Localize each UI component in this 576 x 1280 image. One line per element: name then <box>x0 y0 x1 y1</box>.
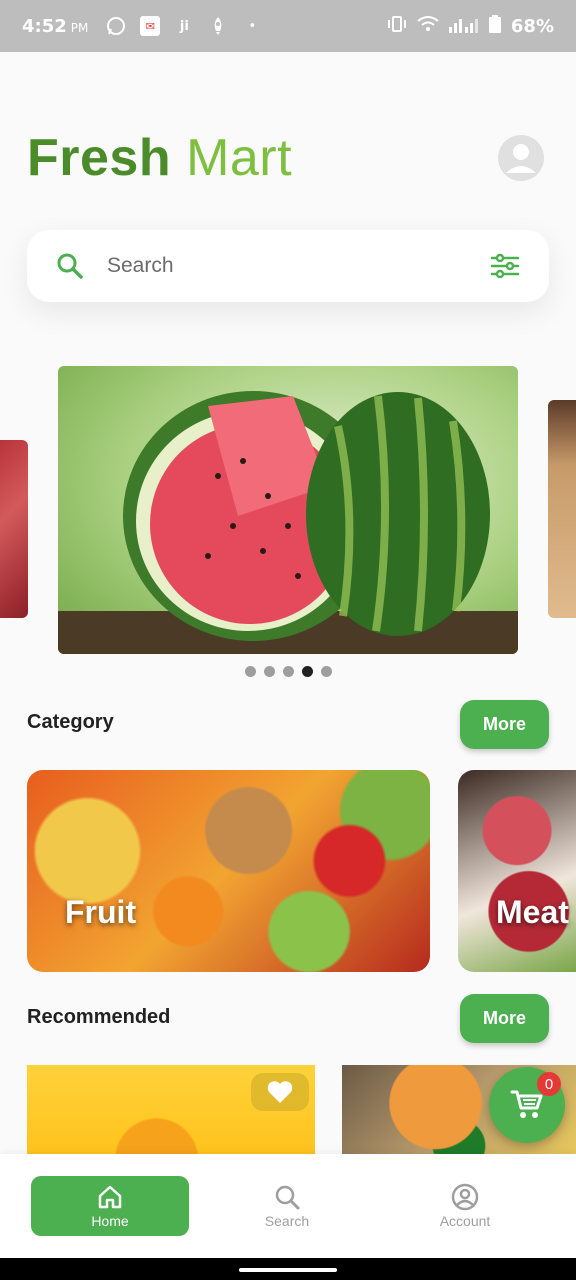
bottom-navigation: Home Search Account <box>0 1154 576 1258</box>
category-card-meat[interactable]: Meat <box>458 770 576 972</box>
wifi-icon <box>417 15 439 37</box>
heart-icon <box>267 1081 293 1103</box>
category-title: Category <box>27 711 114 733</box>
nav-label: Search <box>264 1213 310 1229</box>
user-avatar-icon <box>498 135 544 181</box>
avatar[interactable] <box>498 135 544 181</box>
app-screen: 4:52 PM ✉ ji • 68% Fresh Mart Search Cat… <box>0 0 576 1280</box>
nav-label: Account <box>439 1213 491 1229</box>
cart-count-badge: 0 <box>537 1072 561 1096</box>
carousel-prev-slide-meat[interactable] <box>0 440 28 618</box>
account-icon <box>451 1183 479 1211</box>
jiji-icon: ji <box>179 18 189 34</box>
nav-label: Home <box>91 1213 129 1229</box>
status-system-icons: 68% <box>387 15 554 37</box>
nav-search[interactable]: Search <box>208 1176 366 1236</box>
cart-icon <box>510 1090 543 1118</box>
nav-account[interactable]: Account <box>386 1176 544 1236</box>
battery-percentage: 68% <box>510 15 554 37</box>
home-icon <box>98 1185 122 1209</box>
dot-icon: • <box>248 18 257 34</box>
app-title-mart: Mart <box>186 129 293 187</box>
vibrate-icon <box>387 15 407 37</box>
app-title-fresh: Fresh <box>27 129 172 187</box>
nav-home[interactable]: Home <box>31 1176 189 1236</box>
carousel-dot[interactable] <box>244 666 256 677</box>
rocket-icon <box>208 16 228 36</box>
category-card-fruit[interactable]: Fruit <box>27 770 430 972</box>
search-input[interactable] <box>107 254 489 278</box>
recommended-more-button[interactable]: More <box>460 994 549 1043</box>
search-icon <box>275 1185 300 1210</box>
carousel-dot[interactable] <box>282 666 294 677</box>
search-bar[interactable] <box>27 230 549 302</box>
notification-app-icon: ✉ <box>140 16 161 36</box>
category-label: Meat <box>496 894 569 930</box>
status-bar: 4:52 PM ✉ ji • 68% <box>0 0 576 52</box>
battery-icon <box>488 15 501 37</box>
home-indicator[interactable] <box>239 1268 337 1272</box>
carousel-next-slide[interactable] <box>548 400 576 618</box>
carousel-dot[interactable] <box>263 666 275 677</box>
app-title: Fresh Mart <box>27 128 292 188</box>
category-more-button[interactable]: More <box>460 700 549 749</box>
whatsapp-icon <box>106 16 126 36</box>
signal-icon <box>448 15 479 37</box>
favorite-button[interactable] <box>251 1073 309 1111</box>
carousel-dot[interactable] <box>320 666 332 677</box>
status-notification-icons: ✉ ji • <box>106 16 262 36</box>
recommended-title: Recommended <box>27 1006 171 1028</box>
search-icon <box>57 253 83 279</box>
carousel-indicator <box>0 666 576 677</box>
category-label: Fruit <box>65 894 137 930</box>
status-time: 4:52 PM <box>22 15 89 37</box>
carousel-slide-watermelon[interactable] <box>58 366 518 654</box>
watermelon-image <box>58 391 518 654</box>
carousel-dot[interactable] <box>301 666 313 677</box>
filter-sliders-icon[interactable] <box>489 250 521 282</box>
